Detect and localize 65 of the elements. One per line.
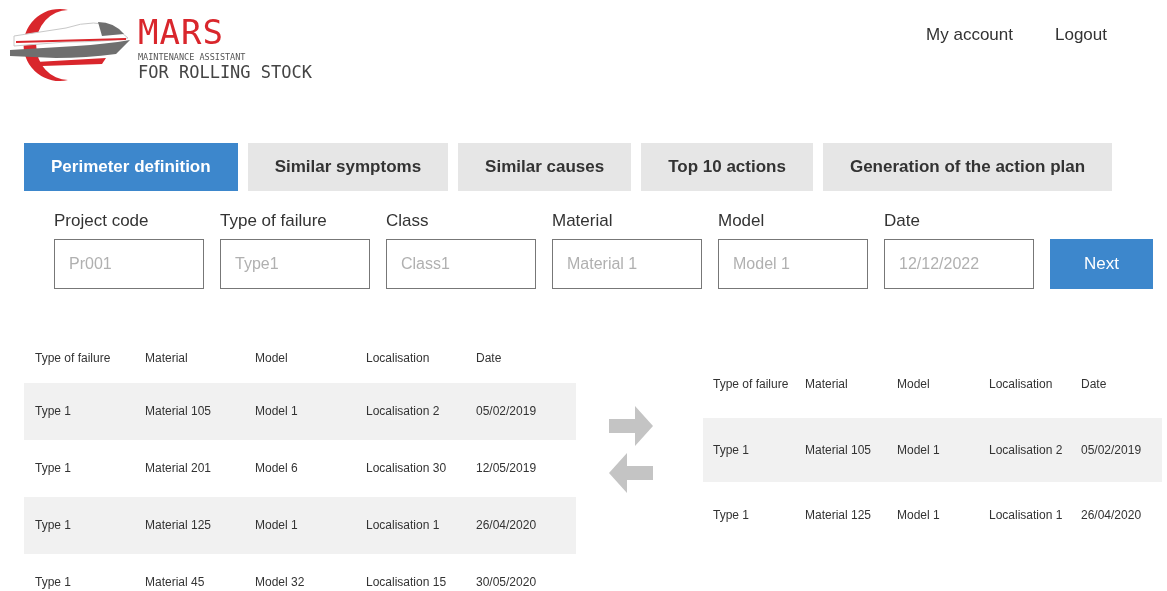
column-header: Model <box>254 349 289 367</box>
left-arrow-icon[interactable] <box>609 453 653 493</box>
table-cell-text: Type 1 <box>712 507 751 524</box>
logo-subtitle: MAINTENANCE ASSISTANT <box>138 52 247 62</box>
column-header: Date <box>1080 376 1108 393</box>
table-cell-text: Model 1 <box>896 507 941 524</box>
column-header: Type of failure <box>712 376 790 393</box>
table-cell-text: Type 1 <box>34 517 73 534</box>
column-header: Localisation <box>365 349 431 367</box>
table-cell-text: Localisation 2 <box>365 403 441 420</box>
table-cell-text: Material 201 <box>144 460 213 477</box>
column-header: Localisation <box>988 376 1054 393</box>
field-label: Project code <box>54 211 150 231</box>
tab[interactable]: Generation of the action plan <box>822 143 1113 191</box>
field-label: Date <box>884 211 921 231</box>
column-header: Material <box>144 349 189 367</box>
table-cell-text: Localisation 1 <box>365 517 441 534</box>
table-cell-text: Material 105 <box>804 441 873 459</box>
field-label: Material <box>552 211 614 231</box>
table-cell-text: Model 1 <box>896 441 941 459</box>
table-cell-text: Model 1 <box>254 517 299 534</box>
logo-tagline: FOR ROLLING STOCK <box>138 62 312 82</box>
column-header: Material <box>804 376 849 393</box>
field-label: Type of failure <box>220 211 328 231</box>
table-cell-text: Localisation 1 <box>988 507 1064 524</box>
table-cell-text: Model 6 <box>254 460 299 477</box>
table-cell-text: 30/05/2020 <box>475 574 538 591</box>
input-field[interactable]: Class1 <box>386 239 536 289</box>
table-cell-text: Localisation 2 <box>988 441 1064 459</box>
table-cell-text: Material 105 <box>144 403 213 420</box>
table-cell-text: 26/04/2020 <box>475 517 538 534</box>
tab[interactable]: Similar symptoms <box>247 143 449 191</box>
nav-link[interactable]: Logout <box>1055 25 1107 47</box>
input-field[interactable]: 12/12/2022 <box>884 239 1034 289</box>
tab[interactable]: Perimeter definition <box>24 143 238 191</box>
table-cell-text: Type 1 <box>34 403 73 420</box>
field-label: Class <box>386 211 430 231</box>
table-cell-text: Material 125 <box>804 507 873 524</box>
column-header: Type of failure <box>34 349 112 367</box>
right-arrow-icon[interactable] <box>609 406 653 446</box>
nav-link[interactable]: My account <box>926 25 1013 47</box>
tab[interactable]: Top 10 actions <box>641 143 813 191</box>
table-cell-text: Material 45 <box>144 574 206 591</box>
table-cell-text: 12/05/2019 <box>475 460 538 477</box>
input-field[interactable]: Model 1 <box>718 239 868 289</box>
table-cell-text: Material 125 <box>144 517 213 534</box>
field-label: Model <box>718 211 766 231</box>
table-cell-text: Type 1 <box>712 441 751 459</box>
table-cell-text: Localisation 15 <box>365 574 448 591</box>
table-cell-text: Localisation 30 <box>365 460 448 477</box>
table-cell-text: 05/02/2019 <box>475 403 538 420</box>
table-cell-text: Type 1 <box>34 460 73 477</box>
input-field[interactable]: Type1 <box>220 239 370 289</box>
table-cell-text: Model 32 <box>254 574 306 591</box>
next-button[interactable]: Next <box>1050 239 1153 289</box>
logo-name: MARS <box>138 14 225 50</box>
column-header: Date <box>475 349 503 367</box>
input-field[interactable]: Pr001 <box>54 239 204 289</box>
table-cell-text: Model 1 <box>254 403 299 420</box>
column-header: Model <box>896 376 931 393</box>
tab[interactable]: Similar causes <box>458 143 632 191</box>
table-cell-text: Type 1 <box>34 574 73 591</box>
table-cell-text: 05/02/2019 <box>1080 441 1143 459</box>
table-cell-text: 26/04/2020 <box>1080 507 1143 524</box>
input-field[interactable]: Material 1 <box>552 239 702 289</box>
